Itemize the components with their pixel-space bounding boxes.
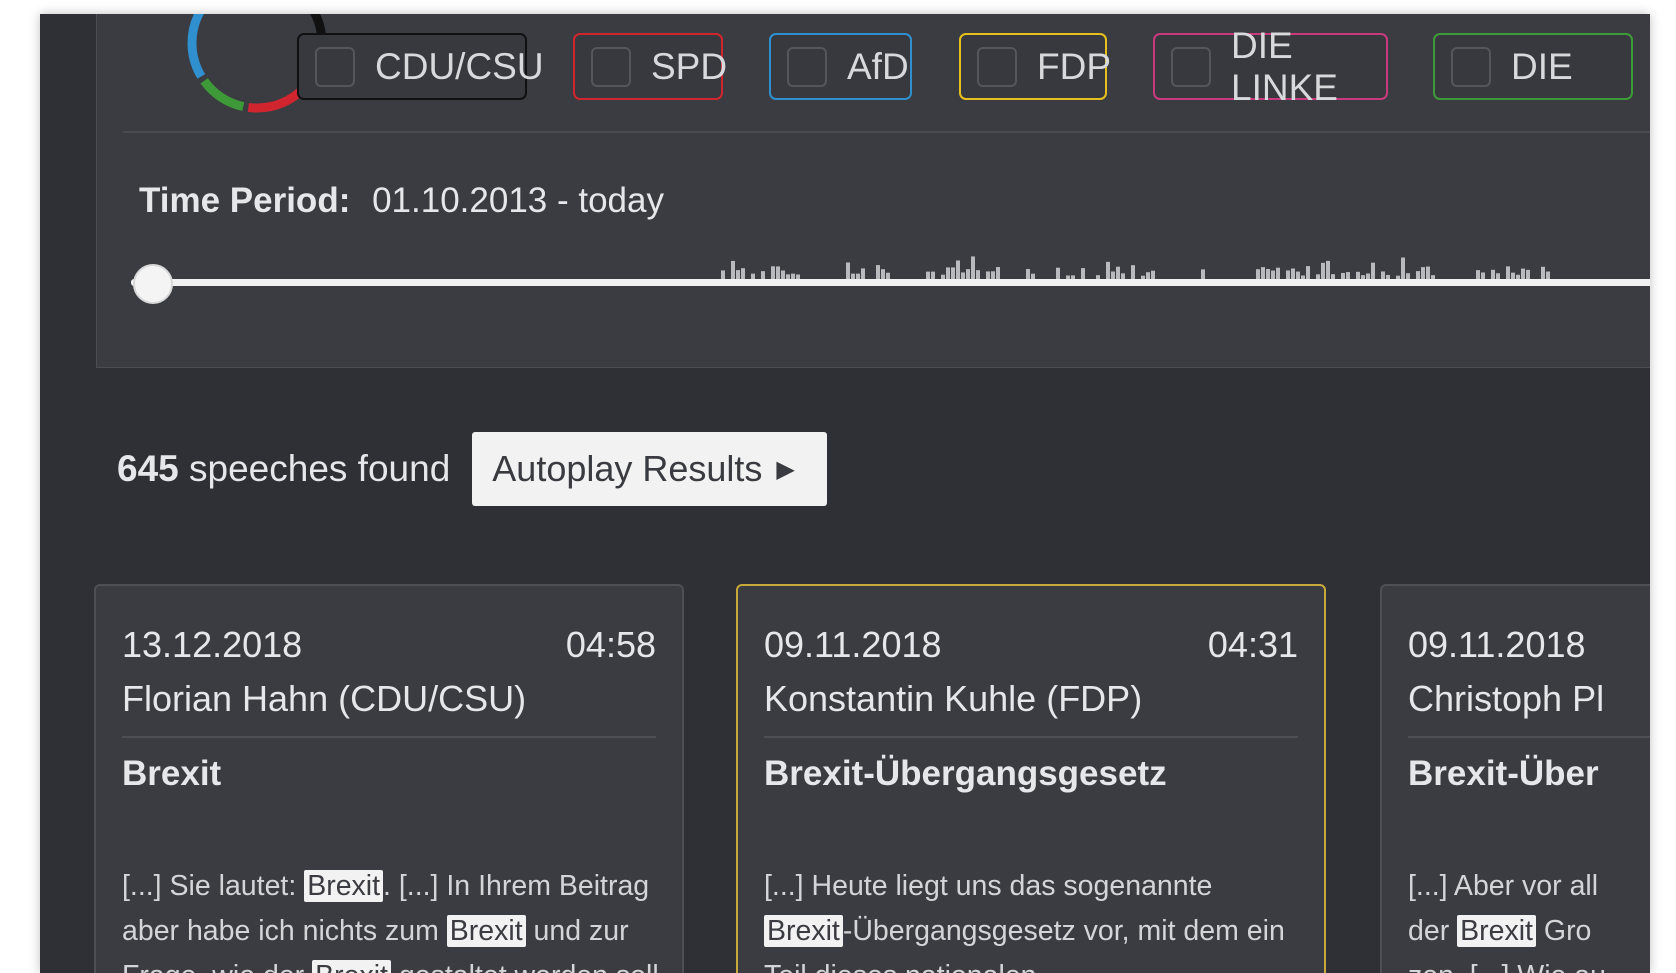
snippet-line: der Brexit Gro [1408, 909, 1650, 954]
speech-date: 09.11.2018 [1408, 624, 1586, 665]
checkbox-icon[interactable] [315, 46, 355, 87]
party-filter-label: AfD [847, 45, 909, 87]
results-count-suffix: speeches found [189, 448, 451, 489]
speech-snippet: [...] Heute liegt uns das sogenannte Brex… [764, 864, 1298, 973]
keyword-highlight: Brexit [1457, 915, 1536, 947]
snippet-text: [...] Sie lautet: [122, 870, 305, 902]
snippet-text: aber habe ich nichts zum [122, 915, 447, 947]
snippet-text: . [...] In Ihrem Beitrag [383, 870, 650, 902]
speech-duration: 04:58 [565, 624, 656, 665]
party-filter-label: FDP [1037, 45, 1111, 87]
speech-frequency-histogram [721, 256, 1550, 282]
snippet-text: gestaltet werden soll, [391, 960, 667, 973]
card-divider [122, 736, 656, 738]
snippet-line: [...] Sie lautet: Brexit. [...] In Ihrem… [122, 864, 656, 909]
play-icon: ▶ [776, 455, 795, 483]
app-window: CDU/CSU SPD AfD FDP DIE LINKE DIE Time Period… [40, 14, 1650, 973]
snippet-line: [...] Aber vor all [1408, 864, 1650, 909]
party-filter-label: DIE [1511, 45, 1573, 87]
agenda-item: Brexit [122, 754, 222, 793]
snippet-line: [...] Heute liegt uns das sogenannte [764, 864, 1298, 909]
speech-duration: 04:31 [1207, 624, 1298, 665]
speaker-name: Florian Hahn (CDU/CSU) [122, 678, 527, 719]
party-filter-spd[interactable]: SPD [573, 33, 727, 100]
snippet-text: Teil dieses nationalen [764, 960, 1037, 973]
keyword-highlight: Brexit [304, 870, 384, 902]
speech-card[interactable]: 09.11.2018 04:31 Konstantin Kuhle (FDP) Bre… [736, 584, 1326, 973]
autoplay-label: Autoplay Results [492, 448, 763, 489]
checkbox-icon[interactable] [1451, 46, 1491, 87]
results-count-number: 645 [117, 448, 179, 489]
divider [123, 131, 1650, 133]
party-filter-list: CDU/CSU SPD AfD FDP DIE LINKE DIE [97, 25, 1650, 108]
time-period: Time Period: 01.10.2013 - today [139, 181, 664, 221]
party-filter-afd[interactable]: AfD [769, 33, 912, 100]
speech-date: 13.12.2018 [122, 624, 303, 665]
speech-snippet: [...] Aber vor all der Brexit Gro zen. [..… [1408, 864, 1650, 973]
checkbox-icon[interactable] [1171, 46, 1211, 87]
checkbox-icon[interactable] [977, 46, 1017, 87]
snippet-text: und zur [525, 915, 629, 947]
snippet-line: zen. [...] Wie au [1408, 954, 1650, 973]
speech-card[interactable]: 13.12.2018 04:58 Florian Hahn (CDU/CSU) Bre… [94, 584, 684, 973]
keyword-highlight: Brexit [446, 915, 526, 947]
speech-snippet: [...] Sie lautet: Brexit. [...] In Ihrem… [122, 864, 667, 973]
snippet-text: Gro [1535, 915, 1592, 947]
autoplay-button[interactable]: Autoplay Results ▶ [472, 432, 827, 506]
keyword-highlight: Brexit [312, 960, 391, 973]
party-filter-cdu-csu[interactable]: CDU/CSU [297, 33, 544, 100]
card-divider [1408, 736, 1650, 738]
snippet-line: Brexit -Übergangsgesetz vor, mit dem ein [764, 909, 1298, 954]
snippet-line: Frage, wie der Brexit gestaltet werden s… [122, 954, 667, 973]
checkbox-icon[interactable] [787, 46, 827, 87]
party-filter-fdp[interactable]: FDP [959, 33, 1111, 100]
snippet-text: zen. [...] Wie au [1408, 960, 1606, 973]
speaker-name: Konstantin Kuhle (FDP) [764, 678, 1143, 719]
snippet-text: [...] Heute liegt uns das sogenannte [764, 870, 1213, 902]
party-filter-die-linke[interactable]: DIE LINKE [1153, 25, 1388, 108]
agenda-item: Brexit-Über [1408, 754, 1599, 793]
time-period-label: Time Period: [139, 181, 351, 220]
keyword-highlight: Brexit [764, 915, 843, 947]
filter-panel: CDU/CSU SPD AfD FDP DIE LINKE DIE Time Period… [96, 14, 1650, 368]
time-slider[interactable] [131, 250, 1650, 310]
snippet-text: Frage, wie der [122, 960, 312, 973]
snippet-line: Teil dieses nationalen [764, 954, 1298, 973]
snippet-text: -Übergangsgesetz vor, mit dem ein [842, 915, 1285, 947]
slider-track[interactable] [131, 279, 1650, 286]
results-count: 645 speeches found [117, 448, 450, 490]
time-period-value: 01.10.2013 - today [372, 181, 664, 220]
agenda-item: Brexit-Übergangsgesetz [764, 754, 1167, 793]
snippet-line: aber habe ich nichts zum Brexit und zur [122, 909, 656, 954]
party-filter-die[interactable]: DIE [1433, 33, 1633, 100]
party-filter-label: DIE LINKE [1231, 24, 1338, 108]
snippet-text: [...] Aber vor all [1408, 870, 1599, 902]
party-filter-label: SPD [651, 45, 728, 87]
speaker-name: Christoph Pl [1408, 678, 1605, 719]
speech-card[interactable]: 09.11.2018 Christoph Pl Brexit-Über [...] A… [1380, 584, 1650, 973]
card-divider [764, 736, 1298, 738]
party-filter-label: CDU/CSU [375, 45, 544, 87]
results-bar: 645 speeches found Autoplay Results ▶ [117, 432, 827, 506]
slider-handle[interactable] [133, 264, 173, 304]
speech-date: 09.11.2018 [764, 624, 942, 665]
snippet-text: der [1408, 915, 1458, 947]
checkbox-icon[interactable] [591, 46, 631, 87]
